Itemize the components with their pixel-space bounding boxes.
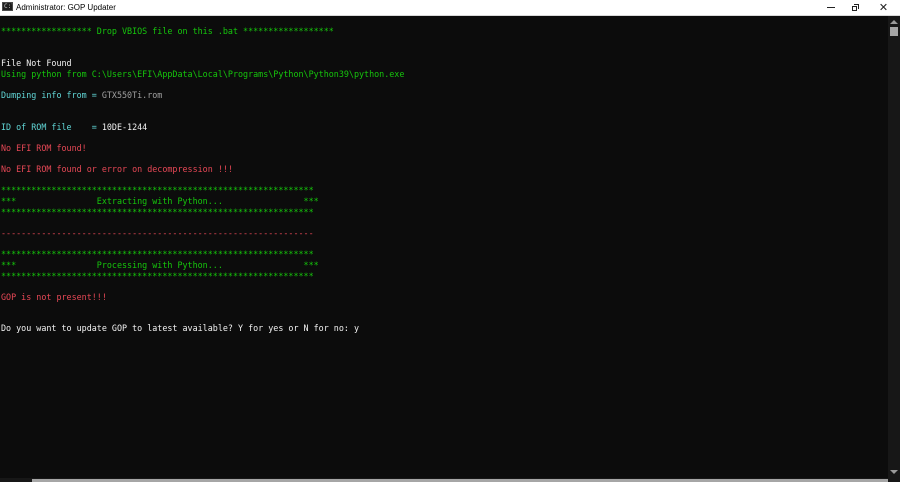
gop-not-present-line: GOP is not present!!! (1, 292, 107, 302)
rom-id-label: ID of ROM file = (1, 122, 102, 132)
extracting-line: *** Extracting with Python... *** (1, 196, 319, 206)
extract-stars-top: ****************************************… (1, 185, 314, 195)
dumping-info-line: Dumping info from = GTX550Ti.rom (1, 90, 162, 100)
process-stars-top: ****************************************… (1, 249, 314, 259)
processing-line: *** Processing with Python... *** (1, 260, 319, 270)
python-path-line: Using python from C:\Users\EFI\AppData\L… (1, 69, 405, 79)
file-not-found-line: File Not Found (1, 58, 72, 68)
update-prompt-line: Do you want to update GOP to latest avai… (1, 323, 359, 333)
no-efi-rom-error-line: No EFI ROM found or error on decompressi… (1, 164, 233, 174)
dashes-separator: ----------------------------------------… (1, 228, 314, 238)
no-efi-rom-line: No EFI ROM found! (1, 143, 87, 153)
extract-stars-bottom: ****************************************… (1, 207, 314, 217)
dumping-file: GTX550Ti.rom (101, 90, 163, 100)
horizontal-scrollbar[interactable] (0, 478, 888, 482)
process-stars-bottom: ****************************************… (1, 271, 314, 281)
dumping-label: Dumping info from = (1, 90, 102, 100)
scroll-up-icon[interactable] (890, 20, 898, 24)
minimize-icon (826, 7, 835, 8)
close-button[interactable]: ✕ (866, 0, 900, 15)
scrollbar-thumb[interactable] (890, 27, 898, 36)
restore-icon (852, 4, 859, 11)
rom-id-line: ID of ROM file = 10DE-1244 (1, 122, 147, 132)
scroll-down-icon[interactable] (890, 470, 898, 474)
window-title: Administrator: GOP Updater (16, 3, 116, 12)
title-bar[interactable]: C:\ Administrator: GOP Updater ✕ (0, 0, 900, 16)
console-output[interactable]: ****************** Drop VBIOS file on th… (0, 16, 888, 482)
header-banner: ****************** Drop VBIOS file on th… (1, 26, 334, 36)
rom-id-value: 10DE-1244 (101, 122, 148, 132)
console-icon: C:\ (2, 2, 13, 11)
console-window: C:\ Administrator: GOP Updater ✕ *******… (0, 0, 900, 482)
close-icon: ✕ (878, 1, 889, 14)
vertical-scrollbar[interactable] (888, 16, 900, 482)
